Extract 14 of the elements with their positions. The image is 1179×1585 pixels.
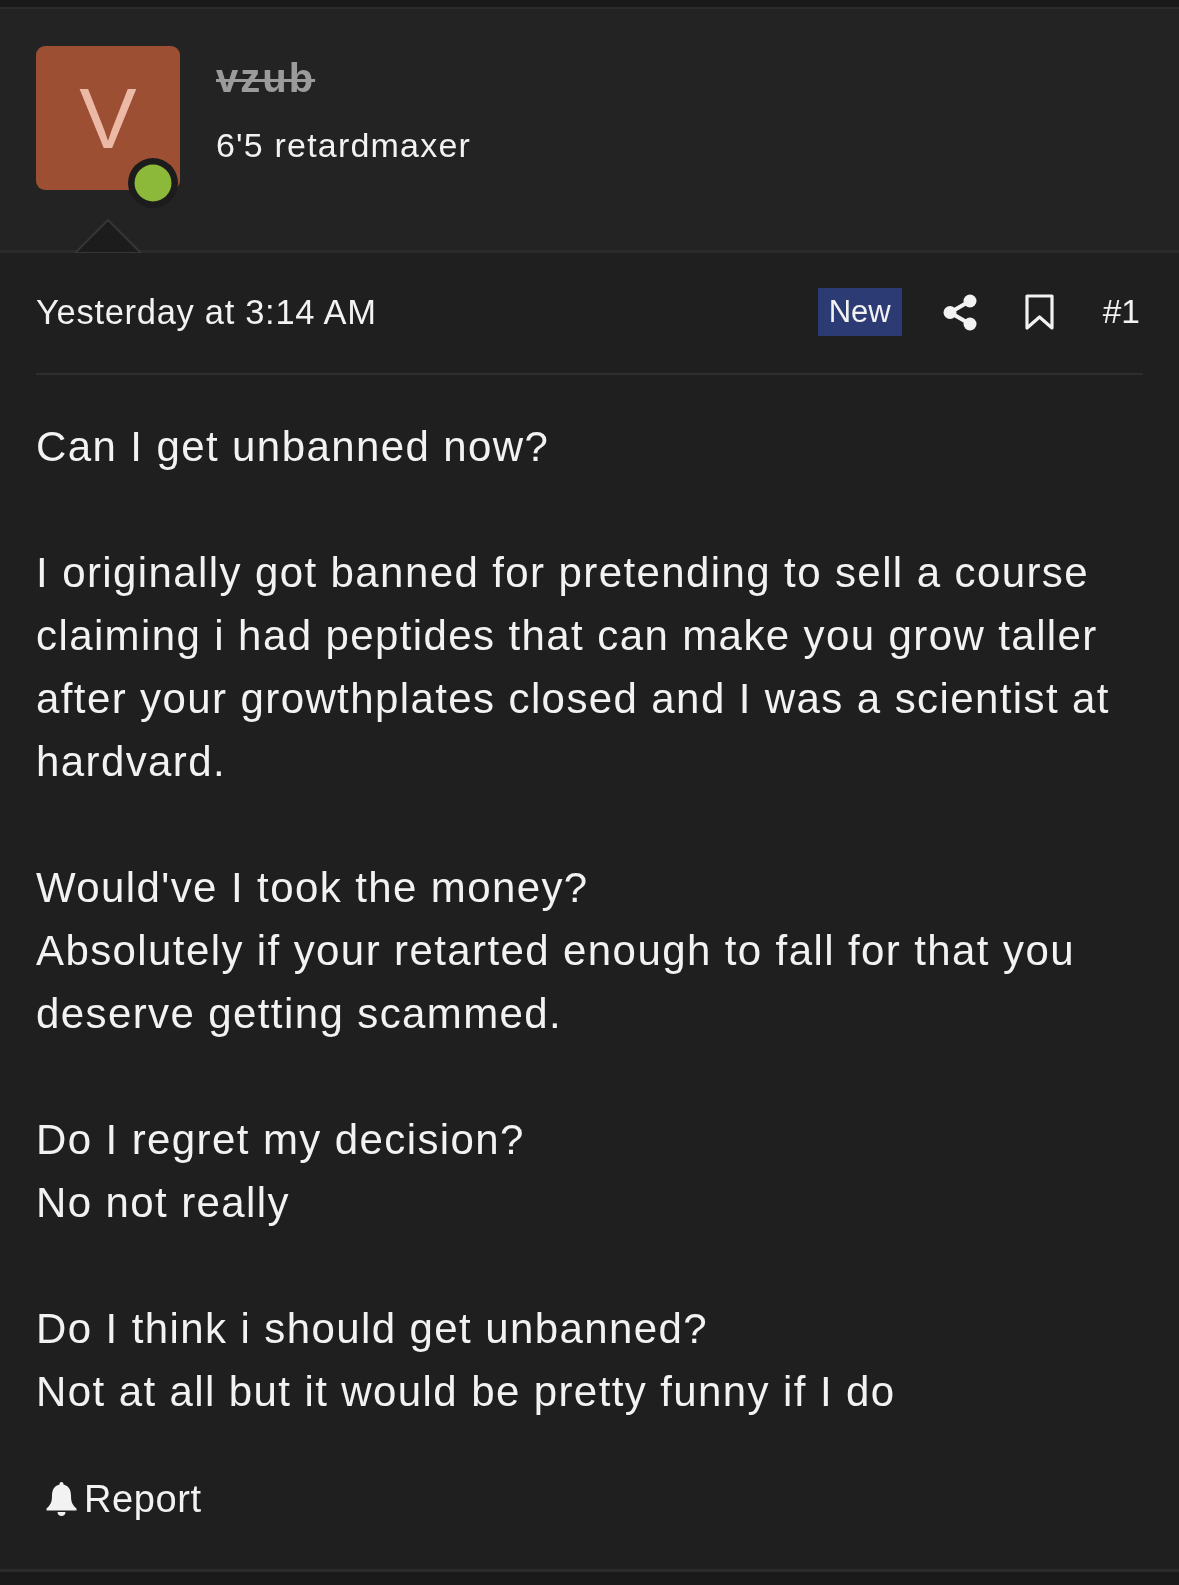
post-time[interactable]: Yesterday at 3:14 AM xyxy=(36,288,377,336)
new-badge: New xyxy=(817,288,902,336)
user-title: 6'5 retardmaxer xyxy=(216,125,472,165)
post-number-link[interactable]: #1 xyxy=(1102,288,1140,336)
bookmark-icon[interactable] xyxy=(1024,294,1054,330)
username-link[interactable]: vzub xyxy=(216,56,316,100)
post-paragraph: Can I get unbanned now? xyxy=(36,422,551,472)
post-paragraph: Would've I took the money? Absolutely if your retarted enough to fall for that you deserve getting scammed. xyxy=(36,863,1076,1039)
bell-icon xyxy=(46,1481,77,1517)
report-link[interactable]: Report xyxy=(36,1475,202,1523)
post-paragraph: I originally got banned for pretending to sell a course claiming i had peptides that can make you grow taller after your growthplates closed and I was a scientist at hardvard. xyxy=(36,548,1111,787)
post-paragraph: Do I regret my decision? No not really xyxy=(36,1115,526,1228)
share-icon[interactable] xyxy=(942,293,977,331)
post-paragraph: Do I think i should get unbanned? Not at all but it would be pretty funny if I do xyxy=(36,1304,897,1417)
